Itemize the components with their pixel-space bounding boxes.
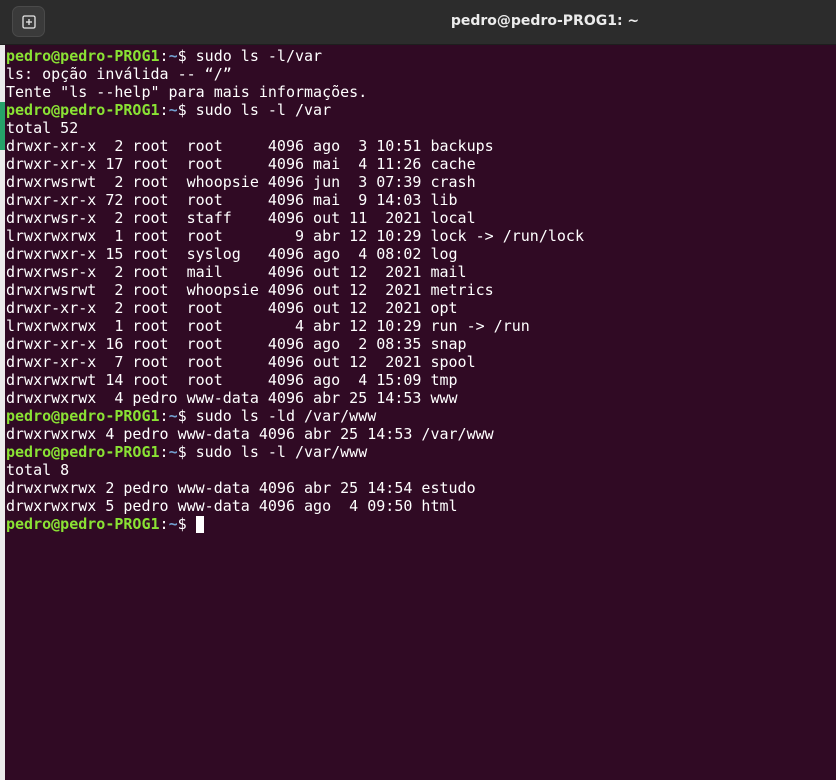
terminal-output: pedro@pedro-PROG1:~$ sudo ls -l/var ls: o… — [6, 47, 584, 533]
prompt-path: ~ — [168, 443, 178, 461]
prompt-path: ~ — [168, 515, 178, 533]
output-line: drwxrwxrwt 14 root root 4096 ago 4 15:09… — [6, 371, 458, 389]
prompt-line: pedro@pedro-PROG1:~$ sudo ls -ld /var/ww… — [6, 407, 584, 425]
output-line: ls: opção inválida -- “/” — [6, 65, 232, 83]
prompt-symbol: $ — [177, 407, 196, 425]
new-tab-button[interactable] — [12, 6, 45, 37]
terminal-area[interactable]: pedro@pedro-PROG1:~$ sudo ls -l/var ls: o… — [5, 45, 836, 780]
prompt-symbol: $ — [177, 515, 196, 533]
output-line: total 52 — [6, 119, 79, 137]
output-line: drwxrwxr-x 15 root syslog 4096 ago 4 08:… — [6, 245, 458, 263]
prompt-user: pedro@pedro-PROG1 — [6, 443, 160, 461]
output-line: lrwxrwxrwx 1 root root 4 abr 12 10:29 ru… — [6, 317, 530, 335]
prompt-line: pedro@pedro-PROG1:~$ sudo ls -l /var/www — [6, 443, 584, 461]
output-line: drwxr-xr-x 2 root root 4096 out 12 2021 … — [6, 299, 458, 317]
output-line: Tente "ls --help" para mais informações. — [6, 83, 368, 101]
prompt-colon: : — [159, 443, 169, 461]
prompt-line: pedro@pedro-PROG1:~$ sudo ls -l /var — [6, 101, 584, 119]
prompt-user: pedro@pedro-PROG1 — [6, 407, 160, 425]
output-line: drwxr-xr-x 72 root root 4096 mai 9 14:03… — [6, 191, 458, 209]
prompt-colon: : — [159, 101, 169, 119]
prompt-line: pedro@pedro-PROG1:~$ — [6, 515, 584, 533]
command-text: sudo ls -ld /var/www — [195, 407, 377, 425]
prompt-line: pedro@pedro-PROG1:~$ sudo ls -l/var — [6, 47, 584, 65]
prompt-colon: : — [159, 407, 169, 425]
prompt-path: ~ — [168, 47, 178, 65]
window-title: pedro@pedro-PROG1: ~ — [450, 13, 640, 29]
output-line: drwxrwxrwx 5 pedro www-data 4096 ago 4 0… — [6, 497, 458, 515]
output-line: total 8 — [6, 461, 70, 479]
output-line: drwxr-xr-x 17 root root 4096 mai 4 11:26… — [6, 155, 476, 173]
output-line: drwxrwsr-x 2 root staff 4096 out 11 2021… — [6, 209, 476, 227]
output-line: drwxrwxrwx 4 pedro www-data 4096 abr 25 … — [6, 425, 494, 443]
text-cursor — [195, 516, 204, 533]
output-line: drwxr-xr-x 2 root root 4096 ago 3 10:51 … — [6, 137, 494, 155]
output-line: drwxrwxrwx 4 pedro www-data 4096 abr 25 … — [6, 389, 458, 407]
prompt-symbol: $ — [177, 47, 196, 65]
command-text: sudo ls -l /var — [195, 101, 332, 119]
prompt-colon: : — [159, 47, 169, 65]
output-line: drwxrwsrwt 2 root whoopsie 4096 jun 3 07… — [6, 173, 476, 191]
title-bar[interactable]: pedro@pedro-PROG1: ~ — [0, 0, 836, 45]
command-text: sudo ls -l/var — [195, 47, 323, 65]
command-text: sudo ls -l /var/www — [195, 443, 368, 461]
output-line: drwxr-xr-x 7 root root 4096 out 12 2021 … — [6, 353, 476, 371]
prompt-user: pedro@pedro-PROG1 — [6, 101, 160, 119]
terminal-window: pedro@pedro-PROG1: ~ pedro@pedro-PROG1:~… — [0, 0, 836, 780]
new-tab-icon — [21, 14, 36, 29]
prompt-user: pedro@pedro-PROG1 — [6, 515, 160, 533]
output-line: lrwxrwxrwx 1 root root 9 abr 12 10:29 lo… — [6, 227, 584, 245]
prompt-symbol: $ — [177, 101, 196, 119]
output-line: drwxrwsrwt 2 root whoopsie 4096 out 12 2… — [6, 281, 494, 299]
output-line: drwxrwxrwx 2 pedro www-data 4096 abr 25 … — [6, 479, 476, 497]
output-line: drwxrwsr-x 2 root mail 4096 out 12 2021 … — [6, 263, 467, 281]
prompt-path: ~ — [168, 101, 178, 119]
output-line: drwxr-xr-x 16 root root 4096 ago 2 08:35… — [6, 335, 467, 353]
prompt-symbol: $ — [177, 443, 196, 461]
prompt-path: ~ — [168, 407, 178, 425]
prompt-colon: : — [159, 515, 169, 533]
prompt-user: pedro@pedro-PROG1 — [6, 47, 160, 65]
